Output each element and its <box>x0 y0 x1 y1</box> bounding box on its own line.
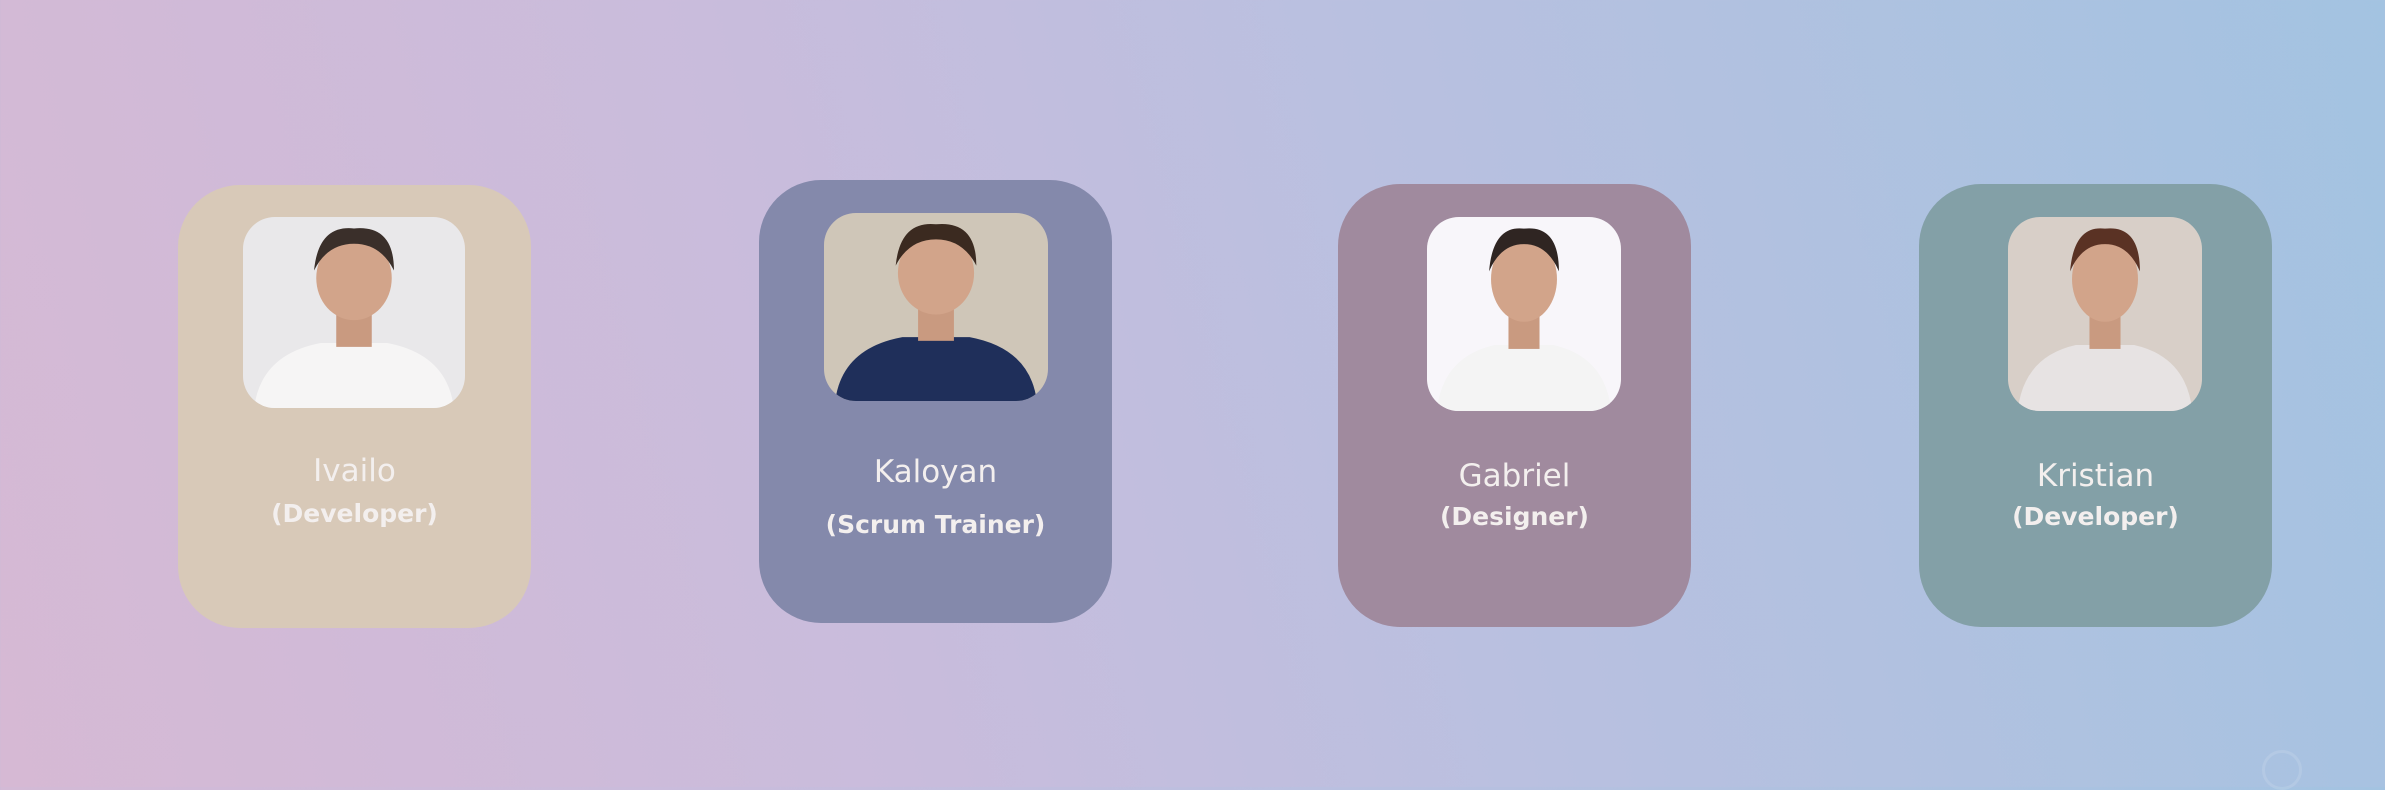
member-role: (Developer) <box>271 499 438 528</box>
watermark-icon <box>2262 750 2302 790</box>
profile-photo <box>243 217 465 408</box>
profile-photo <box>2008 217 2202 411</box>
team-card-kristian: Kristian (Developer) <box>1919 184 2272 627</box>
member-name: Kaloyan <box>873 454 998 490</box>
team-card-gabriel: Gabriel (Designer) <box>1338 184 1691 627</box>
member-role: (Developer) <box>2012 502 2179 531</box>
team-card-kaloyan: Kaloyan (Scrum Trainer) <box>759 180 1112 623</box>
profile-photo <box>824 213 1048 401</box>
member-role: (Designer) <box>1440 502 1589 531</box>
member-name: Kristian <box>2036 458 2155 494</box>
member-name: Ivailo <box>313 453 396 489</box>
profile-photo <box>1427 217 1621 411</box>
member-role: (Scrum Trainer) <box>825 510 1046 539</box>
member-name: Gabriel <box>1458 458 1571 494</box>
team-card-ivailo: Ivailo (Developer) <box>178 185 531 628</box>
